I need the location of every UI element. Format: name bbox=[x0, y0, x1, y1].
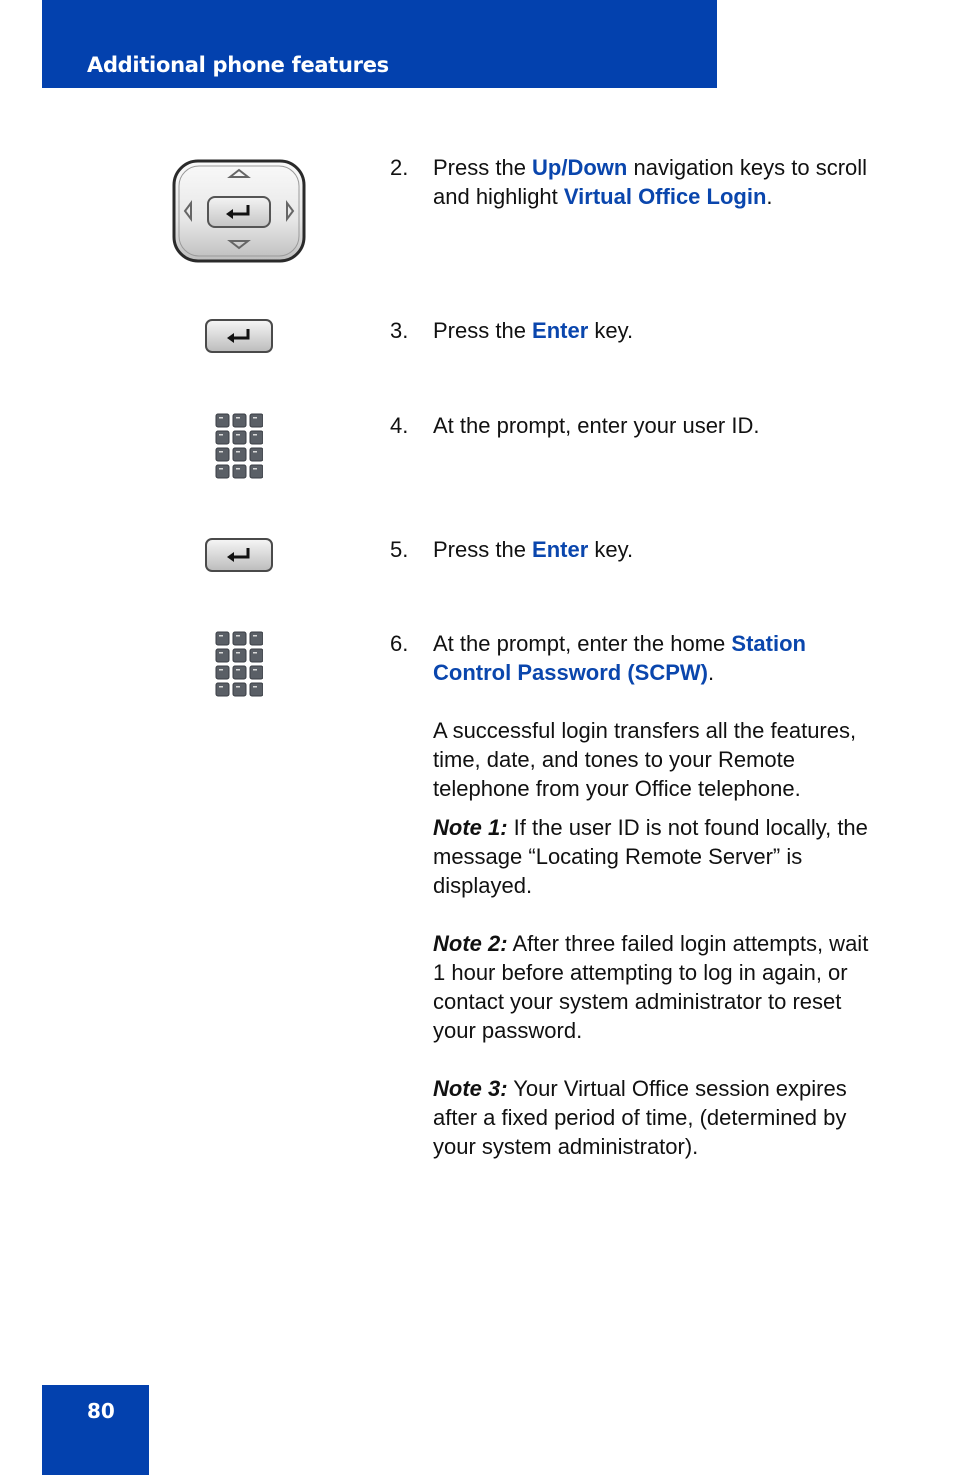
dialpad-key bbox=[215, 413, 230, 428]
enter-key-icon bbox=[204, 318, 274, 354]
navigation-cluster-icon bbox=[172, 159, 306, 263]
step-2: 2. Press the Up/Down navigation keys to … bbox=[390, 153, 880, 211]
dialpad-key bbox=[232, 464, 247, 479]
section-title: Additional phone features bbox=[87, 53, 389, 77]
step-number: 5. bbox=[390, 537, 409, 562]
step-4: 4. At the prompt, enter your user ID. bbox=[390, 411, 880, 440]
step-text: Press the Enter key. bbox=[433, 537, 634, 562]
enter-key-icon bbox=[204, 537, 274, 573]
step-number: 6. bbox=[390, 631, 409, 656]
step-number: 2. bbox=[390, 155, 409, 180]
menu-item-name: Virtual Office Login bbox=[563, 184, 767, 209]
header-bar: Additional phone features bbox=[42, 0, 717, 88]
dialpad-key bbox=[215, 648, 230, 663]
note-1: Note 1: If the user ID is not found loca… bbox=[433, 815, 868, 898]
key-name-enter: Enter bbox=[532, 537, 589, 562]
dialpad-key bbox=[232, 447, 247, 462]
dialpad-icon bbox=[215, 413, 263, 479]
step-text: Press the Enter key. bbox=[433, 318, 634, 343]
dialpad-key bbox=[215, 447, 230, 462]
note-label: Note 1: bbox=[433, 815, 508, 840]
result-paragraph: A successful login transfers all the fea… bbox=[433, 718, 857, 801]
dialpad-key bbox=[215, 430, 230, 445]
step-number: 3. bbox=[390, 318, 409, 343]
page-number-box: 80 bbox=[42, 1385, 149, 1475]
step-text: At the prompt, enter the home Station Co… bbox=[433, 629, 880, 1161]
step-text: At the prompt, enter your user ID. bbox=[433, 413, 760, 438]
dialpad-key bbox=[249, 413, 263, 428]
note-label: Note 2: bbox=[433, 931, 508, 956]
dialpad-key bbox=[232, 682, 247, 697]
dialpad-key bbox=[249, 665, 263, 680]
dialpad-key bbox=[249, 682, 263, 697]
step-3: 3. Press the Enter key. bbox=[390, 316, 880, 345]
dialpad-key bbox=[232, 413, 247, 428]
key-name-enter: Enter bbox=[532, 318, 589, 343]
step-instruction: At the prompt, enter the home Station Co… bbox=[433, 631, 806, 685]
step-6: 6. At the prompt, enter the home Station… bbox=[390, 629, 880, 1161]
dialpad-key bbox=[249, 648, 263, 663]
dialpad-key bbox=[249, 631, 263, 646]
dialpad-key bbox=[249, 430, 263, 445]
dialpad-key bbox=[232, 631, 247, 646]
dialpad-key bbox=[215, 631, 230, 646]
dialpad-icon bbox=[215, 631, 263, 697]
step-text: Press the Up/Down navigation keys to scr… bbox=[433, 155, 868, 209]
step-5: 5. Press the Enter key. bbox=[390, 535, 880, 564]
dialpad-key bbox=[249, 447, 263, 462]
dialpad-key bbox=[215, 682, 230, 697]
page-number: 80 bbox=[87, 1399, 115, 1423]
dialpad-key bbox=[232, 665, 247, 680]
note-3: Note 3: Your Virtual Office session expi… bbox=[433, 1076, 847, 1159]
note-2: Note 2: After three failed login attempt… bbox=[433, 931, 869, 1043]
dialpad-key bbox=[232, 430, 247, 445]
dialpad-key bbox=[249, 464, 263, 479]
note-label: Note 3: bbox=[433, 1076, 508, 1101]
key-name-up-down: Up/Down bbox=[532, 155, 628, 180]
dialpad-key bbox=[215, 464, 230, 479]
dialpad-key bbox=[232, 648, 247, 663]
dialpad-key bbox=[215, 665, 230, 680]
step-number: 4. bbox=[390, 413, 409, 438]
